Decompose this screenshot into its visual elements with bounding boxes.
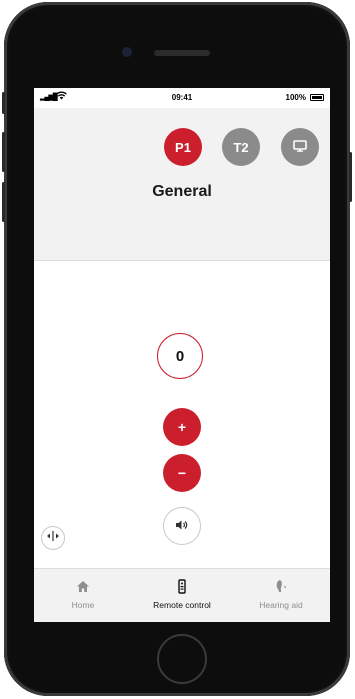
bottom-tab-bar: Home Remote control Hearing aid bbox=[34, 568, 330, 622]
volume-up-button[interactable]: + bbox=[163, 408, 201, 446]
earpiece-speaker bbox=[154, 50, 210, 56]
speaker-icon bbox=[175, 518, 189, 534]
volume-down-side-button bbox=[2, 182, 5, 222]
program-header: P1 T2 General bbox=[34, 108, 330, 261]
split-arrows-icon bbox=[46, 529, 60, 547]
tv-icon bbox=[293, 139, 307, 155]
minus-icon: − bbox=[177, 465, 187, 481]
front-camera bbox=[122, 47, 132, 57]
tab-home-label: Home bbox=[71, 600, 95, 610]
program-title: General bbox=[152, 183, 212, 200]
home-icon bbox=[76, 578, 90, 594]
tab-remote-control[interactable]: Remote control bbox=[133, 569, 231, 622]
hearing-aid-icon bbox=[274, 578, 288, 594]
remote-icon bbox=[178, 578, 186, 594]
volume-down-button[interactable]: − bbox=[163, 454, 201, 492]
split-ears-button[interactable] bbox=[41, 526, 65, 550]
power-side-button bbox=[349, 152, 352, 202]
phone-home-button bbox=[157, 634, 207, 684]
program-t2-button[interactable]: T2 bbox=[222, 128, 260, 166]
volume-level-display: 0 bbox=[157, 333, 203, 379]
battery-percentage: 100% bbox=[285, 93, 306, 102]
mute-switch bbox=[2, 92, 5, 114]
program-p1-button[interactable]: P1 bbox=[164, 128, 202, 166]
program-t2-label: T2 bbox=[233, 139, 249, 155]
tab-home[interactable]: Home bbox=[34, 569, 132, 622]
tab-remote-control-label: Remote control bbox=[153, 600, 211, 610]
battery-icon bbox=[310, 94, 324, 101]
mute-button[interactable] bbox=[163, 507, 201, 545]
app-screen: ▂▄▆█ 09:41 100% P1 T2 General 0 + − Home… bbox=[34, 88, 330, 622]
status-bar: ▂▄▆█ 09:41 100% bbox=[34, 88, 330, 108]
tab-hearing-aid[interactable]: Hearing aid bbox=[232, 569, 330, 622]
plus-icon: + bbox=[177, 419, 187, 435]
program-tv-button[interactable] bbox=[281, 128, 319, 166]
volume-up-side-button bbox=[2, 132, 5, 172]
phone-frame: ▂▄▆█ 09:41 100% P1 T2 General 0 + − Home… bbox=[2, 2, 352, 696]
program-p1-label: P1 bbox=[175, 139, 191, 155]
tab-hearing-aid-label: Hearing aid bbox=[259, 600, 303, 610]
